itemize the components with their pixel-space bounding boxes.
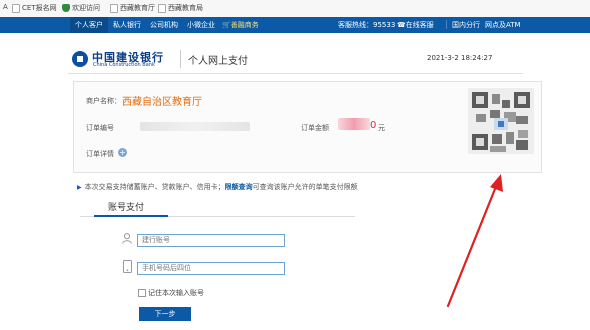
remember-account-checkbox[interactable] — [138, 289, 146, 297]
nav-personal[interactable]: 个人客户 — [75, 20, 103, 30]
tab-account-payment[interactable]: 账号支付 — [108, 200, 144, 213]
merchant-name: 西藏自治区教育厅 — [122, 97, 202, 108]
nav-divider — [446, 20, 447, 29]
tab-active-indicator — [94, 215, 168, 217]
bookmark-label: 欢迎访问 — [72, 4, 100, 12]
hotline-text: 客服热线：95533 — [338, 21, 396, 29]
order-number-redacted — [140, 122, 250, 131]
logo-text-en: China Construction Bank — [93, 62, 155, 68]
nav-small-business[interactable]: 小微企业 — [187, 20, 215, 30]
nav-online-service-label: 在线客服 — [405, 21, 434, 29]
top-navbar: 个人客户 私人银行 公司机构 小微企业 🛒善融商务 客服热线：95533 ☎在线… — [0, 17, 590, 33]
nav-corporate[interactable]: 公司机构 — [150, 20, 178, 30]
order-amount-tail: 0 — [370, 120, 377, 131]
phone-icon — [123, 260, 132, 276]
nav-shanrong-label: 善融商务 — [230, 21, 259, 29]
account-number-input[interactable] — [137, 234, 285, 247]
doc-icon — [158, 3, 166, 13]
order-number-label: 订单编号 — [86, 124, 114, 132]
bookmark-tibet-edu-bureau[interactable]: 西藏教育局 — [158, 3, 203, 13]
red-annotation-arrow — [446, 174, 503, 308]
nav-shanrong[interactable]: 🛒善融商务 — [222, 20, 259, 30]
merchant-label: 商户名称： — [86, 97, 121, 105]
page-title: 个人网上支付 — [188, 56, 248, 67]
header-separator — [68, 73, 523, 74]
bookmark-label: 西藏教育厅 — [120, 4, 155, 12]
user-icon — [122, 233, 132, 247]
nav-domestic-branch[interactable]: 国内分行 — [452, 20, 480, 30]
bookmark-label: CET报名网 — [22, 4, 57, 12]
expand-plus-icon[interactable]: + — [118, 148, 127, 157]
limit-query-link[interactable]: 限额查询 — [225, 183, 253, 191]
nav-private-bank[interactable]: 私人银行 — [113, 20, 141, 30]
bookmarks-prefix: A — [3, 3, 8, 11]
notice-prefix: 本次交易支持储蓄账户、贷款账户、信用卡； — [84, 183, 225, 191]
shield-icon — [62, 4, 70, 12]
bookmark-welcome[interactable]: 欢迎访问 — [62, 3, 100, 13]
phone-last4-input[interactable] — [137, 262, 285, 275]
notice-suffix: 可查询该账户允许的单笔支付限额 — [252, 183, 358, 191]
doc-icon — [110, 3, 118, 13]
order-amount-label: 订单金额 — [301, 124, 329, 132]
header-timestamp: 2021-3-2 18:24:27 — [427, 54, 493, 62]
bookmarks-bar: A CET报名网 欢迎访问 西藏教育厅 西藏教育局 — [0, 0, 590, 18]
doc-icon — [12, 3, 20, 13]
nav-outlets-atm[interactable]: 网点及ATM — [485, 20, 521, 30]
cart-icon: 🛒 — [222, 21, 231, 29]
payment-notice: ▶ 本次交易支持储蓄账户、贷款账户、信用卡；限额查询可查询该账户允许的单笔支付限额 — [77, 182, 358, 192]
order-details-label[interactable]: 订单详情 — [86, 149, 114, 159]
nav-online-service[interactable]: ☎在线客服 — [397, 20, 434, 30]
bookmark-label: 西藏教育局 — [168, 4, 203, 12]
next-step-button[interactable]: 下一步 — [139, 307, 191, 321]
header-divider — [180, 50, 181, 68]
ccb-logo-icon — [72, 51, 88, 67]
triangle-bullet-icon: ▶ — [77, 184, 82, 191]
bookmark-cet[interactable]: CET报名网 — [12, 3, 57, 13]
qr-code-image — [468, 88, 534, 154]
order-amount-unit: 元 — [378, 124, 385, 132]
headset-icon: ☎ — [397, 21, 406, 29]
remember-account-label: 记住本次输入账号 — [148, 289, 204, 297]
order-amount-redacted — [338, 118, 370, 130]
bookmark-tibet-edu-dept[interactable]: 西藏教育厅 — [110, 3, 155, 13]
